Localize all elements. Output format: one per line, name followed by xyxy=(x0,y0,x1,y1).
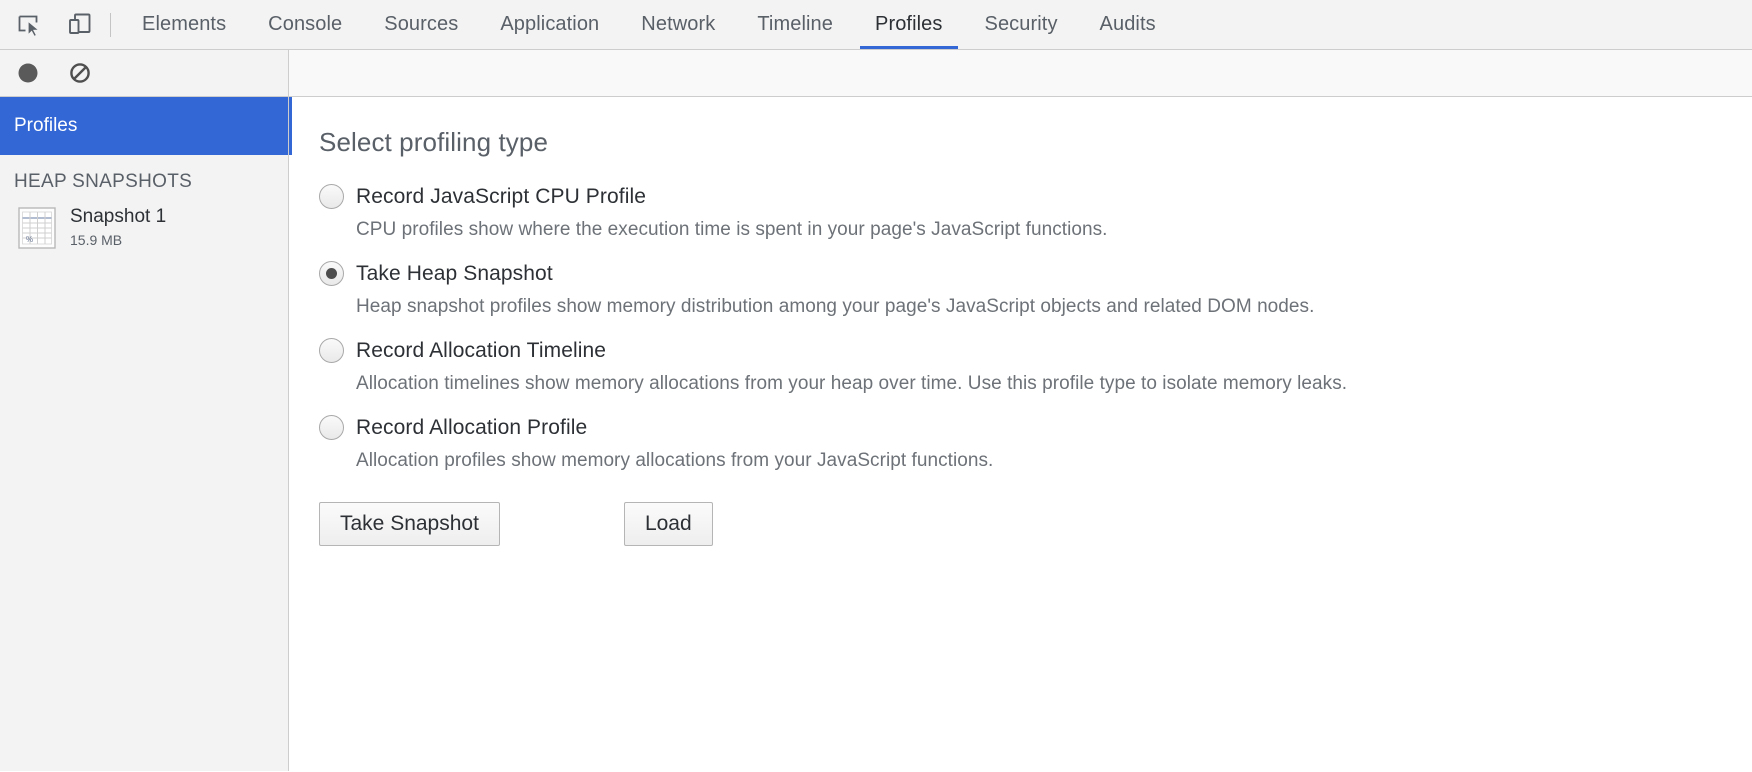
option-label: Record Allocation Profile xyxy=(356,415,588,439)
device-toolbar-glyph xyxy=(69,13,91,34)
tab-security[interactable]: Security xyxy=(964,0,1079,49)
profiling-option-allocation-profile-row[interactable]: Record Allocation Profile xyxy=(319,415,1752,440)
tab-label: Security xyxy=(984,13,1058,35)
tab-elements[interactable]: Elements xyxy=(121,0,247,49)
profiles-sidebar: Profiles HEAP SNAPSHOTS % Snapshot 1 15.… xyxy=(0,97,289,771)
tab-label: Network xyxy=(641,13,716,35)
profiles-sub-toolbar-left xyxy=(0,50,289,96)
device-toolbar-icon[interactable] xyxy=(62,7,98,43)
profiles-sub-toolbar xyxy=(0,50,1752,97)
panel-tab-strip: Elements Console Sources Application Net… xyxy=(121,0,1752,49)
snapshot-text-block: Snapshot 1 15.9 MB xyxy=(70,205,166,250)
option-label: Record Allocation Timeline xyxy=(356,338,607,362)
tab-label: Audits xyxy=(1099,13,1156,35)
option-description: CPU profiles show where the execution ti… xyxy=(356,219,1108,240)
snapshot-title: Snapshot 1 xyxy=(70,206,167,227)
profiling-option-cpu-profile: Record JavaScript CPU Profile CPU profil… xyxy=(319,184,1752,241)
sidebar-item-profiles[interactable]: Profiles xyxy=(0,97,288,155)
svg-text:%: % xyxy=(26,235,33,244)
profiling-option-allocation-timeline-row[interactable]: Record Allocation Timeline xyxy=(319,338,1752,363)
profiling-option-allocation-timeline: Record Allocation Timeline Allocation ti… xyxy=(319,338,1752,395)
selection-accent-strip xyxy=(289,97,292,155)
tab-sources[interactable]: Sources xyxy=(363,0,479,49)
load-button[interactable]: Load xyxy=(623,502,713,547)
profiling-type-panel: Select profiling type Record JavaScript … xyxy=(289,97,1752,771)
tab-application[interactable]: Application xyxy=(479,0,620,49)
profiles-sub-toolbar-right xyxy=(289,50,1752,96)
toolbar-divider xyxy=(110,12,111,37)
take-snapshot-button[interactable]: Take Snapshot xyxy=(319,502,500,547)
profiling-option-heap-snapshot-row[interactable]: Take Heap Snapshot xyxy=(319,261,1752,286)
devtools-toolbar: Elements Console Sources Application Net… xyxy=(0,0,1752,50)
heap-snapshot-icon: % xyxy=(18,206,56,249)
option-label: Take Heap Snapshot xyxy=(356,261,553,285)
snapshot-size: 15.9 MB xyxy=(70,231,123,248)
option-label: Record JavaScript CPU Profile xyxy=(356,184,646,208)
record-button[interactable] xyxy=(14,59,42,87)
tab-console[interactable]: Console xyxy=(247,0,363,49)
profiles-split-view: Profiles HEAP SNAPSHOTS % Snapshot 1 15.… xyxy=(0,97,1752,771)
tab-label: Console xyxy=(268,13,343,35)
action-buttons-row: Take Snapshot Load xyxy=(319,502,1752,547)
list-item[interactable]: % Snapshot 1 15.9 MB xyxy=(0,193,288,250)
tab-profiles[interactable]: Profiles xyxy=(854,0,964,49)
tab-label: Application xyxy=(500,13,600,35)
radio-record-allocation-timeline[interactable] xyxy=(319,338,344,363)
profiling-option-allocation-profile: Record Allocation Profile Allocation pro… xyxy=(319,415,1752,472)
tab-audits[interactable]: Audits xyxy=(1079,0,1177,49)
sidebar-section-heap-snapshots: HEAP SNAPSHOTS xyxy=(14,171,193,192)
radio-take-heap-snapshot[interactable] xyxy=(319,261,344,286)
record-circle-icon xyxy=(18,63,38,83)
tab-timeline[interactable]: Timeline xyxy=(736,0,854,49)
toolbar-icon-group xyxy=(0,0,106,49)
option-description: Heap snapshot profiles show memory distr… xyxy=(356,296,1315,317)
tab-network[interactable]: Network xyxy=(620,0,736,49)
option-description: Allocation timelines show memory allocat… xyxy=(356,373,1348,394)
clear-button[interactable] xyxy=(66,59,94,87)
radio-record-js-cpu-profile[interactable] xyxy=(319,184,344,209)
page-title: Select profiling type xyxy=(319,127,549,157)
profiling-option-heap-snapshot: Take Heap Snapshot Heap snapshot profile… xyxy=(319,261,1752,318)
clear-prohibited-icon xyxy=(70,63,90,83)
tab-label: Elements xyxy=(142,13,227,35)
profiling-option-cpu-profile-row[interactable]: Record JavaScript CPU Profile xyxy=(319,184,1752,209)
tab-label: Profiles xyxy=(875,13,943,35)
tab-label: Sources xyxy=(384,13,459,35)
tab-label: Timeline xyxy=(757,13,833,35)
radio-record-allocation-profile[interactable] xyxy=(319,415,344,440)
option-description: Allocation profiles show memory allocati… xyxy=(356,450,994,471)
inspect-element-glyph xyxy=(18,15,41,37)
sidebar-item-label: Profiles xyxy=(14,115,78,136)
profiling-type-content: Select profiling type Record JavaScript … xyxy=(289,97,1752,547)
inspect-element-icon[interactable] xyxy=(12,7,48,43)
